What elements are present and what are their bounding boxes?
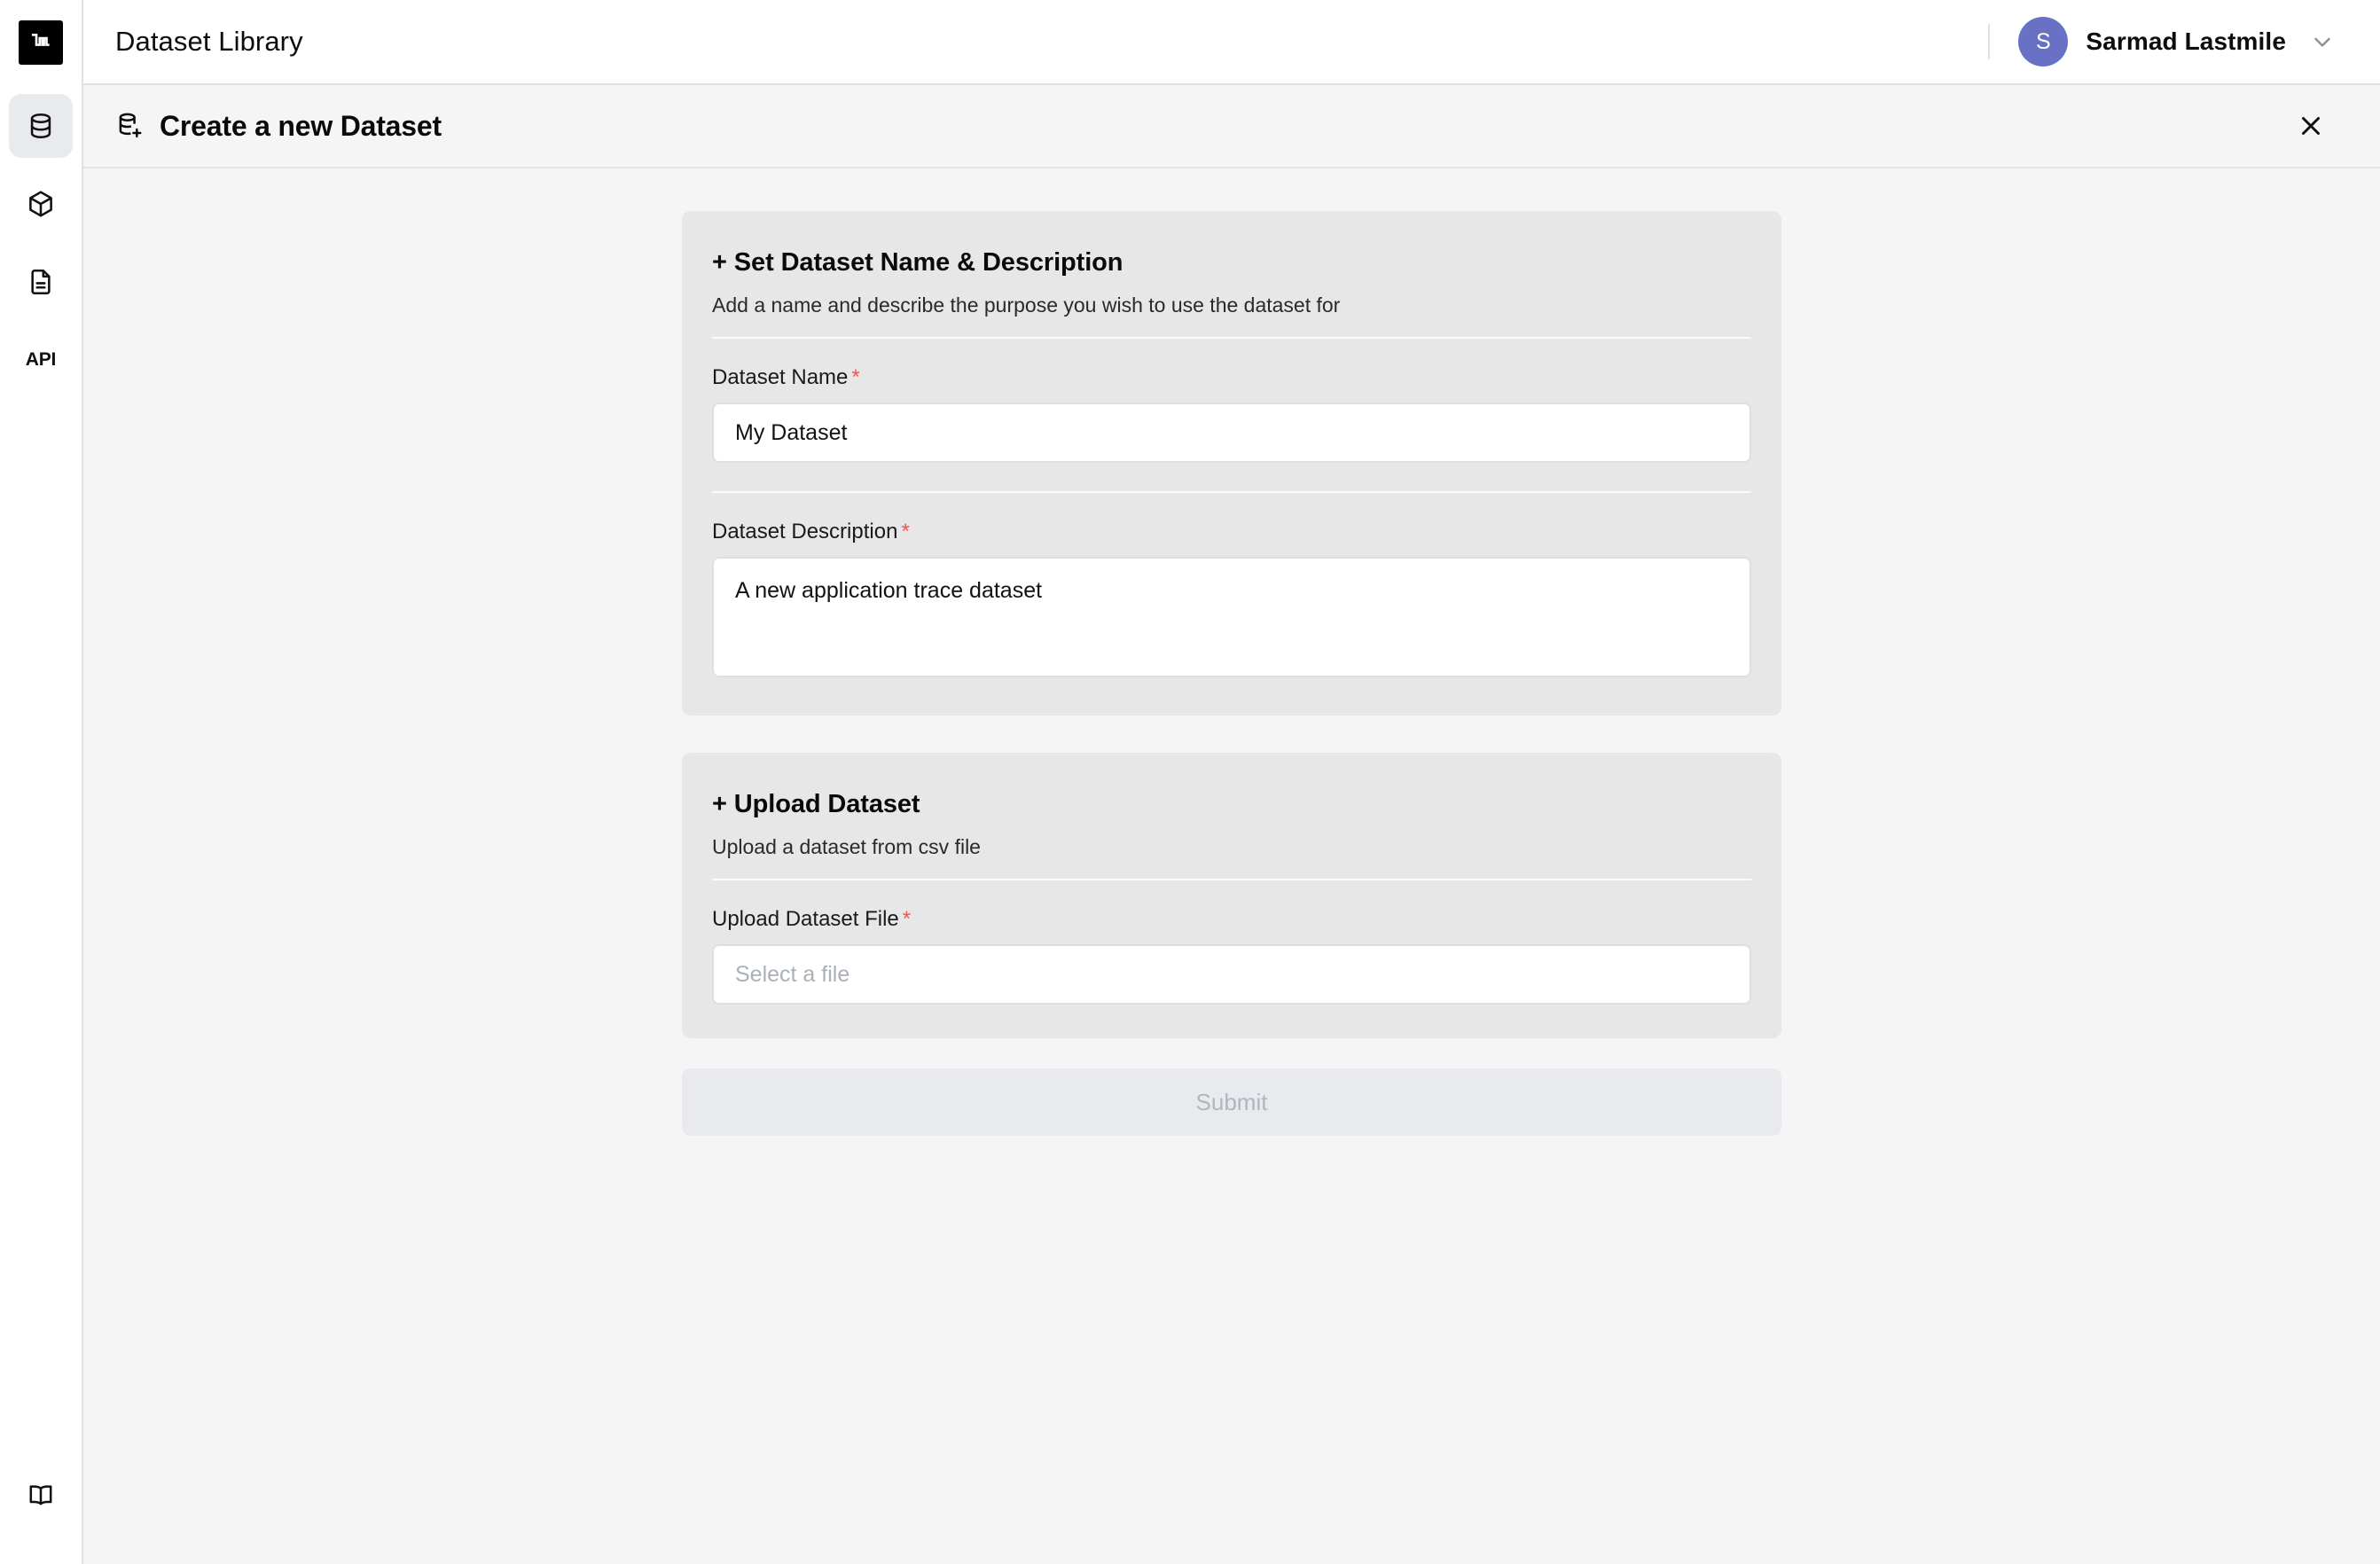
upload-file-label: Upload Dataset File * — [712, 907, 1751, 932]
dataset-description-label: Dataset Description * — [712, 520, 1751, 544]
card-subtitle: Upload a dataset from csv file — [712, 835, 981, 858]
sidebar-item-label: API — [25, 349, 57, 370]
dataset-description-textarea[interactable] — [712, 557, 1751, 677]
sidebar-item-models[interactable] — [9, 172, 73, 236]
field-separator — [712, 491, 1751, 493]
sidebar-item-documents[interactable] — [9, 250, 73, 314]
card-set-name-description: + Set Dataset Name & Description Add a n… — [682, 211, 1781, 716]
submit-button[interactable]: Submit — [682, 1068, 1781, 1136]
logo-container[interactable] — [0, 0, 82, 85]
chevron-down-icon — [2314, 37, 2330, 47]
required-asterisk: * — [902, 907, 912, 931]
content-area: + Set Dataset Name & Description Add a n… — [83, 168, 2380, 1564]
topbar-divider — [1988, 24, 1991, 59]
sidebar-nav: API — [0, 94, 82, 392]
book-icon — [29, 1485, 52, 1505]
required-asterisk: * — [851, 365, 860, 389]
close-dialog-button[interactable] — [2286, 101, 2336, 151]
sidebar: API — [0, 0, 83, 1564]
create-dataset-form: + Set Dataset Name & Description Add a n… — [682, 211, 1781, 1564]
database-icon — [30, 113, 51, 139]
topbar: Dataset Library S Sarmad Lastmile — [83, 0, 2380, 85]
label-text: Dataset Name — [712, 365, 849, 389]
database-plus-icon — [119, 113, 142, 138]
card-title: + Upload Dataset — [712, 790, 920, 818]
required-asterisk: * — [901, 520, 910, 543]
page-title: Create a new Dataset — [160, 109, 442, 142]
main-column: Dataset Library S Sarmad Lastmile Create… — [83, 0, 2380, 1564]
app-root: API Dataset Library S Sarmad Lastmile Cr… — [0, 0, 2380, 1564]
avatar[interactable]: S — [2018, 17, 2069, 66]
dataset-name-input[interactable] — [712, 403, 1751, 463]
topbar-right: S Sarmad Lastmile — [1988, 17, 2348, 66]
field-dataset-name: Dataset Name * — [712, 365, 1751, 463]
card-title: + Set Dataset Name & Description — [712, 248, 1123, 277]
page-header: Create a new Dataset — [83, 85, 2380, 168]
app-title: Dataset Library — [115, 26, 303, 57]
field-dataset-description: Dataset Description * — [712, 520, 1751, 682]
sidebar-item-datasets[interactable] — [9, 94, 73, 158]
label-text: Dataset Description — [712, 520, 898, 543]
card-divider — [712, 879, 1751, 880]
dataset-name-label: Dataset Name * — [712, 365, 1751, 390]
sidebar-item-docs[interactable] — [9, 1463, 73, 1527]
sidebar-bottom — [9, 1463, 73, 1527]
card-subtitle: Add a name and describe the purpose you … — [712, 293, 1341, 317]
user-menu-button[interactable] — [2309, 28, 2336, 55]
page-title-group: Create a new Dataset — [115, 110, 442, 143]
label-text: Upload Dataset File — [712, 907, 899, 931]
brand-logo[interactable] — [19, 20, 63, 65]
sidebar-item-api[interactable]: API — [9, 328, 73, 392]
field-upload-dataset-file: Upload Dataset File * — [712, 907, 1751, 1005]
user-name: Sarmad Lastmile — [2086, 27, 2286, 55]
cube-icon — [29, 191, 52, 217]
lm-logo-icon — [31, 33, 50, 46]
close-icon — [2302, 117, 2320, 135]
card-divider — [712, 337, 1751, 339]
upload-file-input[interactable] — [712, 944, 1751, 1005]
card-upload-dataset: + Upload Dataset Upload a dataset from c… — [682, 753, 1781, 1038]
document-icon — [31, 269, 51, 295]
